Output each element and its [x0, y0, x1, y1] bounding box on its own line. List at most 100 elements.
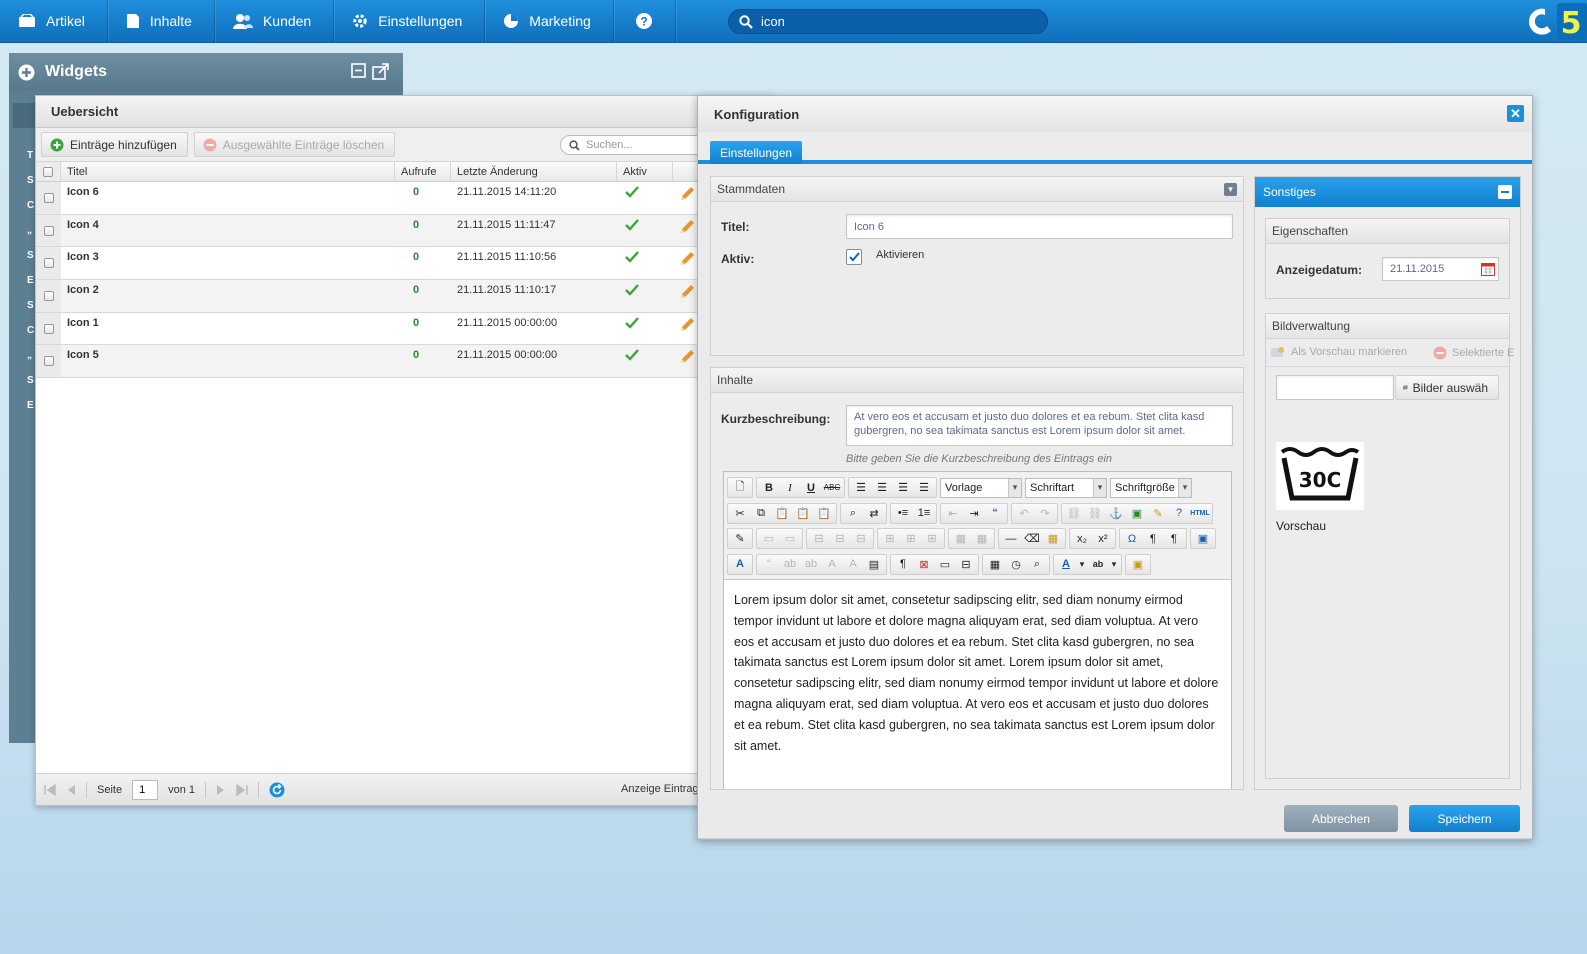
- visual-chars-icon[interactable]: ¶: [893, 555, 913, 573]
- absolute-position-icon[interactable]: ▭: [780, 530, 800, 548]
- edit-pencil-icon[interactable]: [679, 284, 695, 300]
- nav-marketing[interactable]: Marketing: [485, 0, 614, 43]
- row-checkbox[interactable]: [43, 192, 54, 203]
- insert-time-icon[interactable]: ◷: [1006, 555, 1026, 573]
- rtl-icon[interactable]: ¶: [1164, 530, 1184, 548]
- edit-pencil-icon[interactable]: [679, 349, 695, 365]
- column-title[interactable]: Titel: [61, 162, 395, 181]
- numbered-list-icon[interactable]: 1≡: [914, 504, 934, 522]
- nav-kunden[interactable]: Kunden: [215, 0, 335, 43]
- table-row[interactable]: Icon 5 0 21.11.2015 00:00:00: [36, 345, 774, 379]
- delete-text-icon[interactable]: A: [822, 555, 842, 573]
- select-all-checkbox-cell[interactable]: [36, 162, 61, 181]
- image-icon[interactable]: ▣: [1127, 504, 1147, 522]
- subscript-icon[interactable]: x₂: [1072, 530, 1092, 548]
- template-icon[interactable]: ▭: [935, 555, 955, 573]
- horizontal-rule-icon[interactable]: —: [1001, 530, 1021, 548]
- short-description-field[interactable]: At vero eos et accusam et justo duo dolo…: [846, 405, 1233, 446]
- collapse-icon[interactable]: ▾: [1224, 183, 1237, 196]
- select-all-checkbox[interactable]: [43, 166, 53, 177]
- last-page-icon[interactable]: [236, 783, 248, 796]
- outdent-icon[interactable]: ⇤: [943, 504, 963, 522]
- first-page-icon[interactable]: [44, 783, 56, 796]
- replace-icon[interactable]: ⇄: [864, 504, 884, 522]
- nav-artikel[interactable]: Artikel: [0, 0, 108, 43]
- delete-selected-images-button[interactable]: Selektierte E: [1433, 346, 1514, 360]
- abbr-icon[interactable]: ab: [780, 555, 800, 573]
- insert-text-icon[interactable]: A: [843, 555, 863, 573]
- bold-icon[interactable]: B: [759, 479, 779, 497]
- indent-icon[interactable]: ⇥: [964, 504, 984, 522]
- row-checkbox[interactable]: [43, 290, 54, 301]
- styles-icon[interactable]: A: [730, 555, 750, 573]
- preview-thumbnail[interactable]: 30C: [1276, 442, 1364, 510]
- special-char-icon[interactable]: Ω: [1122, 530, 1142, 548]
- remove-format-icon[interactable]: ⌫: [1022, 530, 1042, 548]
- format-select[interactable]: Vorlage: [940, 477, 1022, 498]
- page-number-input[interactable]: [132, 779, 159, 800]
- tab-einstellungen[interactable]: Einstellungen: [710, 141, 803, 164]
- table-delete-col-icon[interactable]: ⊞: [922, 530, 942, 548]
- acronym-icon[interactable]: ab: [801, 555, 821, 573]
- edit-pencil-icon[interactable]: [679, 219, 695, 235]
- table-row[interactable]: Icon 3 0 21.11.2015 11:10:56: [36, 247, 774, 281]
- ltr-icon[interactable]: ¶: [1143, 530, 1163, 548]
- paste-icon[interactable]: 📋: [772, 504, 792, 522]
- paste-word-icon[interactable]: 📋: [814, 504, 834, 522]
- insert-date-icon[interactable]: ▦: [985, 555, 1005, 573]
- insert-layer-icon[interactable]: ▭: [759, 530, 779, 548]
- text-color-icon[interactable]: A: [1056, 555, 1076, 573]
- non-breaking-icon[interactable]: ⊠: [914, 555, 934, 573]
- image-upload-field[interactable]: [1276, 375, 1394, 400]
- cut-icon[interactable]: ✂: [730, 504, 750, 522]
- table-col-after-icon[interactable]: ⊞: [901, 530, 921, 548]
- edit-pencil-icon[interactable]: [679, 317, 695, 333]
- font-select[interactable]: Schriftart: [1025, 477, 1107, 498]
- editor-content[interactable]: Lorem ipsum dolor sit amet, consetetur s…: [724, 580, 1231, 766]
- global-search-input[interactable]: [761, 14, 1041, 29]
- edit-pencil-icon[interactable]: [679, 186, 695, 202]
- font-size-select[interactable]: Schriftgröße: [1110, 477, 1192, 498]
- align-right-icon[interactable]: ☰: [893, 479, 913, 497]
- italic-icon[interactable]: I: [780, 479, 800, 497]
- media-manager-icon[interactable]: ▣: [1128, 555, 1148, 573]
- table-row[interactable]: Icon 2 0 21.11.2015 11:10:17: [36, 280, 774, 313]
- copy-icon[interactable]: ⧉: [751, 504, 771, 522]
- fullscreen-icon[interactable]: ▣: [1193, 530, 1213, 548]
- cleanup-icon[interactable]: ✎: [1148, 504, 1168, 522]
- undo-icon[interactable]: ↶: [1014, 504, 1034, 522]
- row-checkbox[interactable]: [43, 323, 54, 334]
- table-delete-row-icon[interactable]: ⊟: [851, 530, 871, 548]
- table-row[interactable]: Icon 1 0 21.11.2015 00:00:00: [36, 312, 774, 346]
- column-date[interactable]: Letzte Änderung: [451, 162, 617, 181]
- bullet-list-icon[interactable]: •≡: [893, 504, 913, 522]
- cancel-button[interactable]: Abbrechen: [1284, 805, 1398, 832]
- table-row-after-icon[interactable]: ⊟: [830, 530, 850, 548]
- underline-icon[interactable]: U: [801, 479, 821, 497]
- background-color-dropdown-icon[interactable]: ▾: [1109, 555, 1119, 573]
- active-checkbox[interactable]: [846, 249, 862, 265]
- next-page-icon[interactable]: [216, 784, 226, 796]
- shopware-logo-icon[interactable]: 5: [1517, 3, 1587, 40]
- find-icon[interactable]: ⌕: [843, 504, 863, 522]
- table-col-before-icon[interactable]: ⊞: [880, 530, 900, 548]
- table-row-before-icon[interactable]: ⊟: [809, 530, 829, 548]
- title-field[interactable]: [846, 214, 1233, 239]
- merge-cells-icon[interactable]: ▦: [972, 530, 992, 548]
- cite-icon[interactable]: “: [759, 555, 779, 573]
- minimize-icon[interactable]: [351, 63, 366, 78]
- align-center-icon[interactable]: ☰: [872, 479, 892, 497]
- align-justify-icon[interactable]: ☰: [914, 479, 934, 497]
- column-hits[interactable]: Aufrufe: [395, 162, 451, 181]
- table-row[interactable]: Icon 4 0 21.11.2015 11:11:47: [36, 214, 774, 248]
- text-color-dropdown-icon[interactable]: ▾: [1077, 555, 1087, 573]
- blockquote-icon[interactable]: “: [985, 504, 1005, 522]
- paste-text-icon[interactable]: 📋: [793, 504, 813, 522]
- html-source-icon[interactable]: HTML: [1190, 504, 1210, 522]
- collapse-button[interactable]: [1498, 185, 1512, 199]
- add-entries-button[interactable]: Einträge hinzufügen: [41, 132, 188, 157]
- save-button[interactable]: Speichern: [1409, 805, 1520, 832]
- previous-page-icon[interactable]: [66, 784, 76, 796]
- split-cells-icon[interactable]: ▦: [951, 530, 971, 548]
- new-document-icon[interactable]: 🗋: [730, 479, 750, 497]
